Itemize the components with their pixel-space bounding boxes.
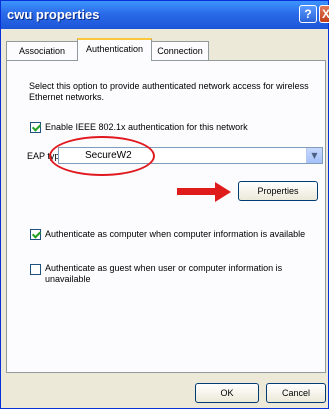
properties-button[interactable]: Properties <box>238 181 318 201</box>
cancel-button[interactable]: Cancel <box>266 383 326 403</box>
auth-as-computer-checkbox[interactable] <box>30 229 41 240</box>
enable-8021x-checkbox[interactable] <box>30 122 41 133</box>
close-button[interactable]: X <box>319 5 329 23</box>
authentication-panel <box>6 60 326 373</box>
window-title: cwu properties <box>7 7 100 22</box>
properties-dialog: cwu properties ? X Association Connectio… <box>0 0 329 409</box>
tab-authentication[interactable]: Authentication <box>77 38 152 61</box>
auth-as-guest-label[interactable]: Authenticate as guest when user or compu… <box>45 263 315 285</box>
enable-8021x-label[interactable]: Enable IEEE 802.1x authentication for th… <box>45 122 248 133</box>
title-bar[interactable]: cwu properties ? X <box>1 1 329 29</box>
tab-connection[interactable]: Connection <box>151 41 209 60</box>
description-text: Select this option to provide authentica… <box>29 81 309 102</box>
chevron-down-icon[interactable]: ▼ <box>306 148 322 163</box>
auth-as-computer-label[interactable]: Authenticate as computer when computer i… <box>45 229 323 240</box>
help-button[interactable]: ? <box>299 5 317 23</box>
auth-as-guest-checkbox[interactable] <box>30 264 41 275</box>
ok-button[interactable]: OK <box>195 383 259 403</box>
annotation-arrow-shaft <box>177 188 217 195</box>
annotation-circle <box>49 136 155 176</box>
annotation-arrow-icon <box>215 182 231 202</box>
tab-association[interactable]: Association <box>6 41 78 60</box>
